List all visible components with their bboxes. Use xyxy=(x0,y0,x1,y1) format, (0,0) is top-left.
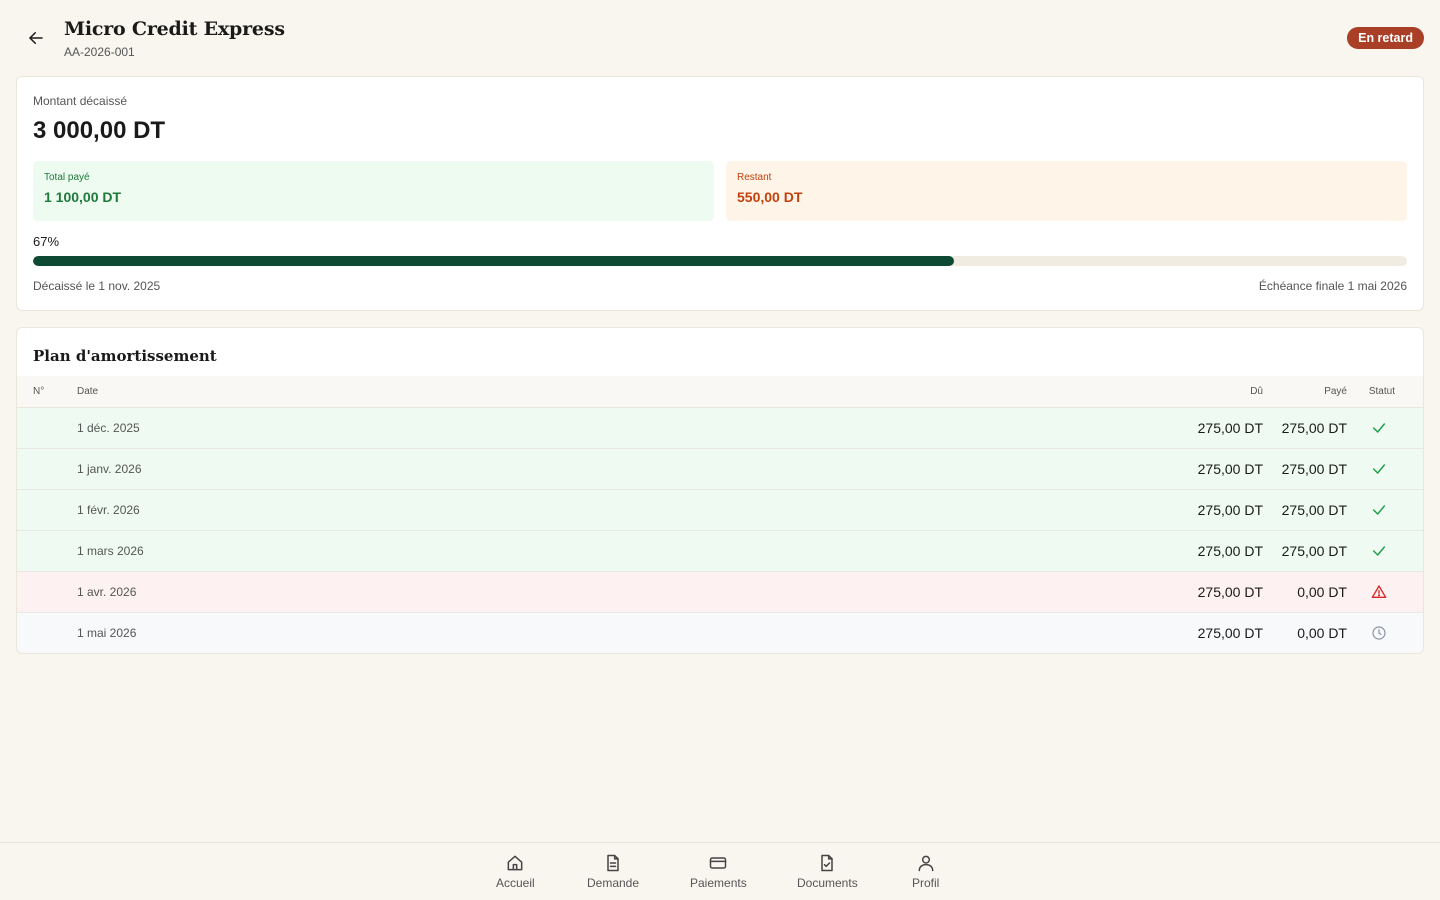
row-status-paid xyxy=(1371,502,1387,518)
remaining-box: Restant 550,00 DT xyxy=(726,161,1407,221)
column-header-date: Date xyxy=(77,386,99,397)
check-icon xyxy=(1372,464,1386,474)
table-row: 1 févr. 2026 275,00 DT 275,00 DT xyxy=(17,490,1423,531)
back-button[interactable] xyxy=(22,24,50,52)
row-status-paid xyxy=(1371,420,1387,436)
table-row: 1 mai 2026 275,00 DT 0,00 DT xyxy=(17,613,1423,653)
bottom-navigation: Accueil Demande Paiements Documents Prof… xyxy=(0,842,1440,900)
row-status-paid xyxy=(1371,461,1387,477)
total-paid-value: 1 100,00 DT xyxy=(44,189,122,205)
document-icon xyxy=(607,854,619,872)
loan-reference: AA-2026-001 xyxy=(64,45,135,59)
row-date: 1 févr. 2026 xyxy=(77,503,140,517)
arrow-left-icon xyxy=(29,32,43,44)
schedule-title: Plan d'amortissement xyxy=(33,347,217,365)
loan-summary-card: Montant décaissé 3 000,00 DT Total payé … xyxy=(16,76,1424,311)
row-status-pending xyxy=(1371,625,1387,641)
column-header-number: N° xyxy=(33,386,45,397)
row-due: 275,00 DT xyxy=(1197,543,1263,559)
progress-bar xyxy=(33,256,1407,266)
row-paid: 0,00 DT xyxy=(1297,625,1347,641)
status-badge: En retard xyxy=(1347,27,1424,49)
amortization-schedule-card: Plan d'amortissement N° Date Dû Payé Sta… xyxy=(16,327,1424,654)
warning-icon xyxy=(1371,585,1387,598)
nav-item-profil[interactable]: Profil xyxy=(912,853,939,890)
row-date: 1 mai 2026 xyxy=(77,626,137,640)
row-status-late xyxy=(1371,584,1387,600)
row-date: 1 janv. 2026 xyxy=(77,462,142,476)
row-date: 1 mars 2026 xyxy=(77,544,144,558)
credit-card-icon xyxy=(710,857,727,869)
app-header: Micro Credit Express AA-2026-001 En reta… xyxy=(0,0,1440,76)
table-row: 1 avr. 2026 275,00 DT 0,00 DT xyxy=(17,572,1423,613)
check-icon xyxy=(1372,423,1386,433)
user-icon xyxy=(918,855,934,872)
progress-bar-fill xyxy=(33,256,954,266)
row-paid: 275,00 DT xyxy=(1281,420,1347,436)
check-icon xyxy=(1372,546,1386,556)
column-header-status: Statut xyxy=(1368,386,1395,397)
row-due: 275,00 DT xyxy=(1197,502,1263,518)
nav-label: Accueil xyxy=(496,876,535,890)
row-date: 1 déc. 2025 xyxy=(77,421,140,435)
row-paid: 0,00 DT xyxy=(1297,584,1347,600)
row-paid: 275,00 DT xyxy=(1281,461,1347,477)
table-row: 1 mars 2026 275,00 DT 275,00 DT xyxy=(17,531,1423,572)
nav-item-demande[interactable]: Demande xyxy=(587,853,639,890)
file-check-icon xyxy=(821,854,834,872)
schedule-table-body: 1 déc. 2025 275,00 DT 275,00 DT 1 janv. 202… xyxy=(17,408,1423,653)
progress-percent: 67% xyxy=(33,234,60,249)
schedule-table-header: N° Date Dû Payé Statut xyxy=(17,376,1423,408)
row-paid: 275,00 DT xyxy=(1281,502,1347,518)
total-paid-label: Total payé xyxy=(44,172,90,183)
column-header-paid: Payé xyxy=(1324,386,1347,397)
page-title: Micro Credit Express xyxy=(64,18,285,40)
row-paid: 275,00 DT xyxy=(1281,543,1347,559)
disbursed-label: Montant décaissé xyxy=(33,94,128,108)
table-row: 1 déc. 2025 275,00 DT 275,00 DT xyxy=(17,408,1423,449)
table-row: 1 janv. 2026 275,00 DT 275,00 DT xyxy=(17,449,1423,490)
nav-label: Documents xyxy=(797,876,858,890)
row-due: 275,00 DT xyxy=(1197,420,1263,436)
nav-label: Paiements xyxy=(690,876,747,890)
remaining-label: Restant xyxy=(737,172,772,183)
clock-icon xyxy=(1372,626,1386,640)
disbursed-amount: 3 000,00 DT xyxy=(33,117,166,144)
disbursed-date: Décaissé le 1 nov. 2025 xyxy=(33,279,161,293)
nav-label: Profil xyxy=(912,876,940,890)
remaining-value: 550,00 DT xyxy=(737,189,803,205)
nav-label: Demande xyxy=(587,876,640,890)
row-status-paid xyxy=(1371,543,1387,559)
final-due-date: Échéance finale 1 mai 2026 xyxy=(1258,279,1407,293)
check-icon xyxy=(1372,505,1386,515)
nav-item-paiements[interactable]: Paiements xyxy=(690,853,747,890)
column-header-due: Dû xyxy=(1250,386,1263,397)
total-paid-box: Total payé 1 100,00 DT xyxy=(33,161,714,221)
home-icon xyxy=(507,855,523,871)
row-date: 1 avr. 2026 xyxy=(77,585,137,599)
nav-item-accueil[interactable]: Accueil xyxy=(496,853,535,890)
row-due: 275,00 DT xyxy=(1197,461,1263,477)
row-due: 275,00 DT xyxy=(1197,625,1263,641)
row-due: 275,00 DT xyxy=(1197,584,1263,600)
nav-item-documents[interactable]: Documents xyxy=(797,853,858,890)
